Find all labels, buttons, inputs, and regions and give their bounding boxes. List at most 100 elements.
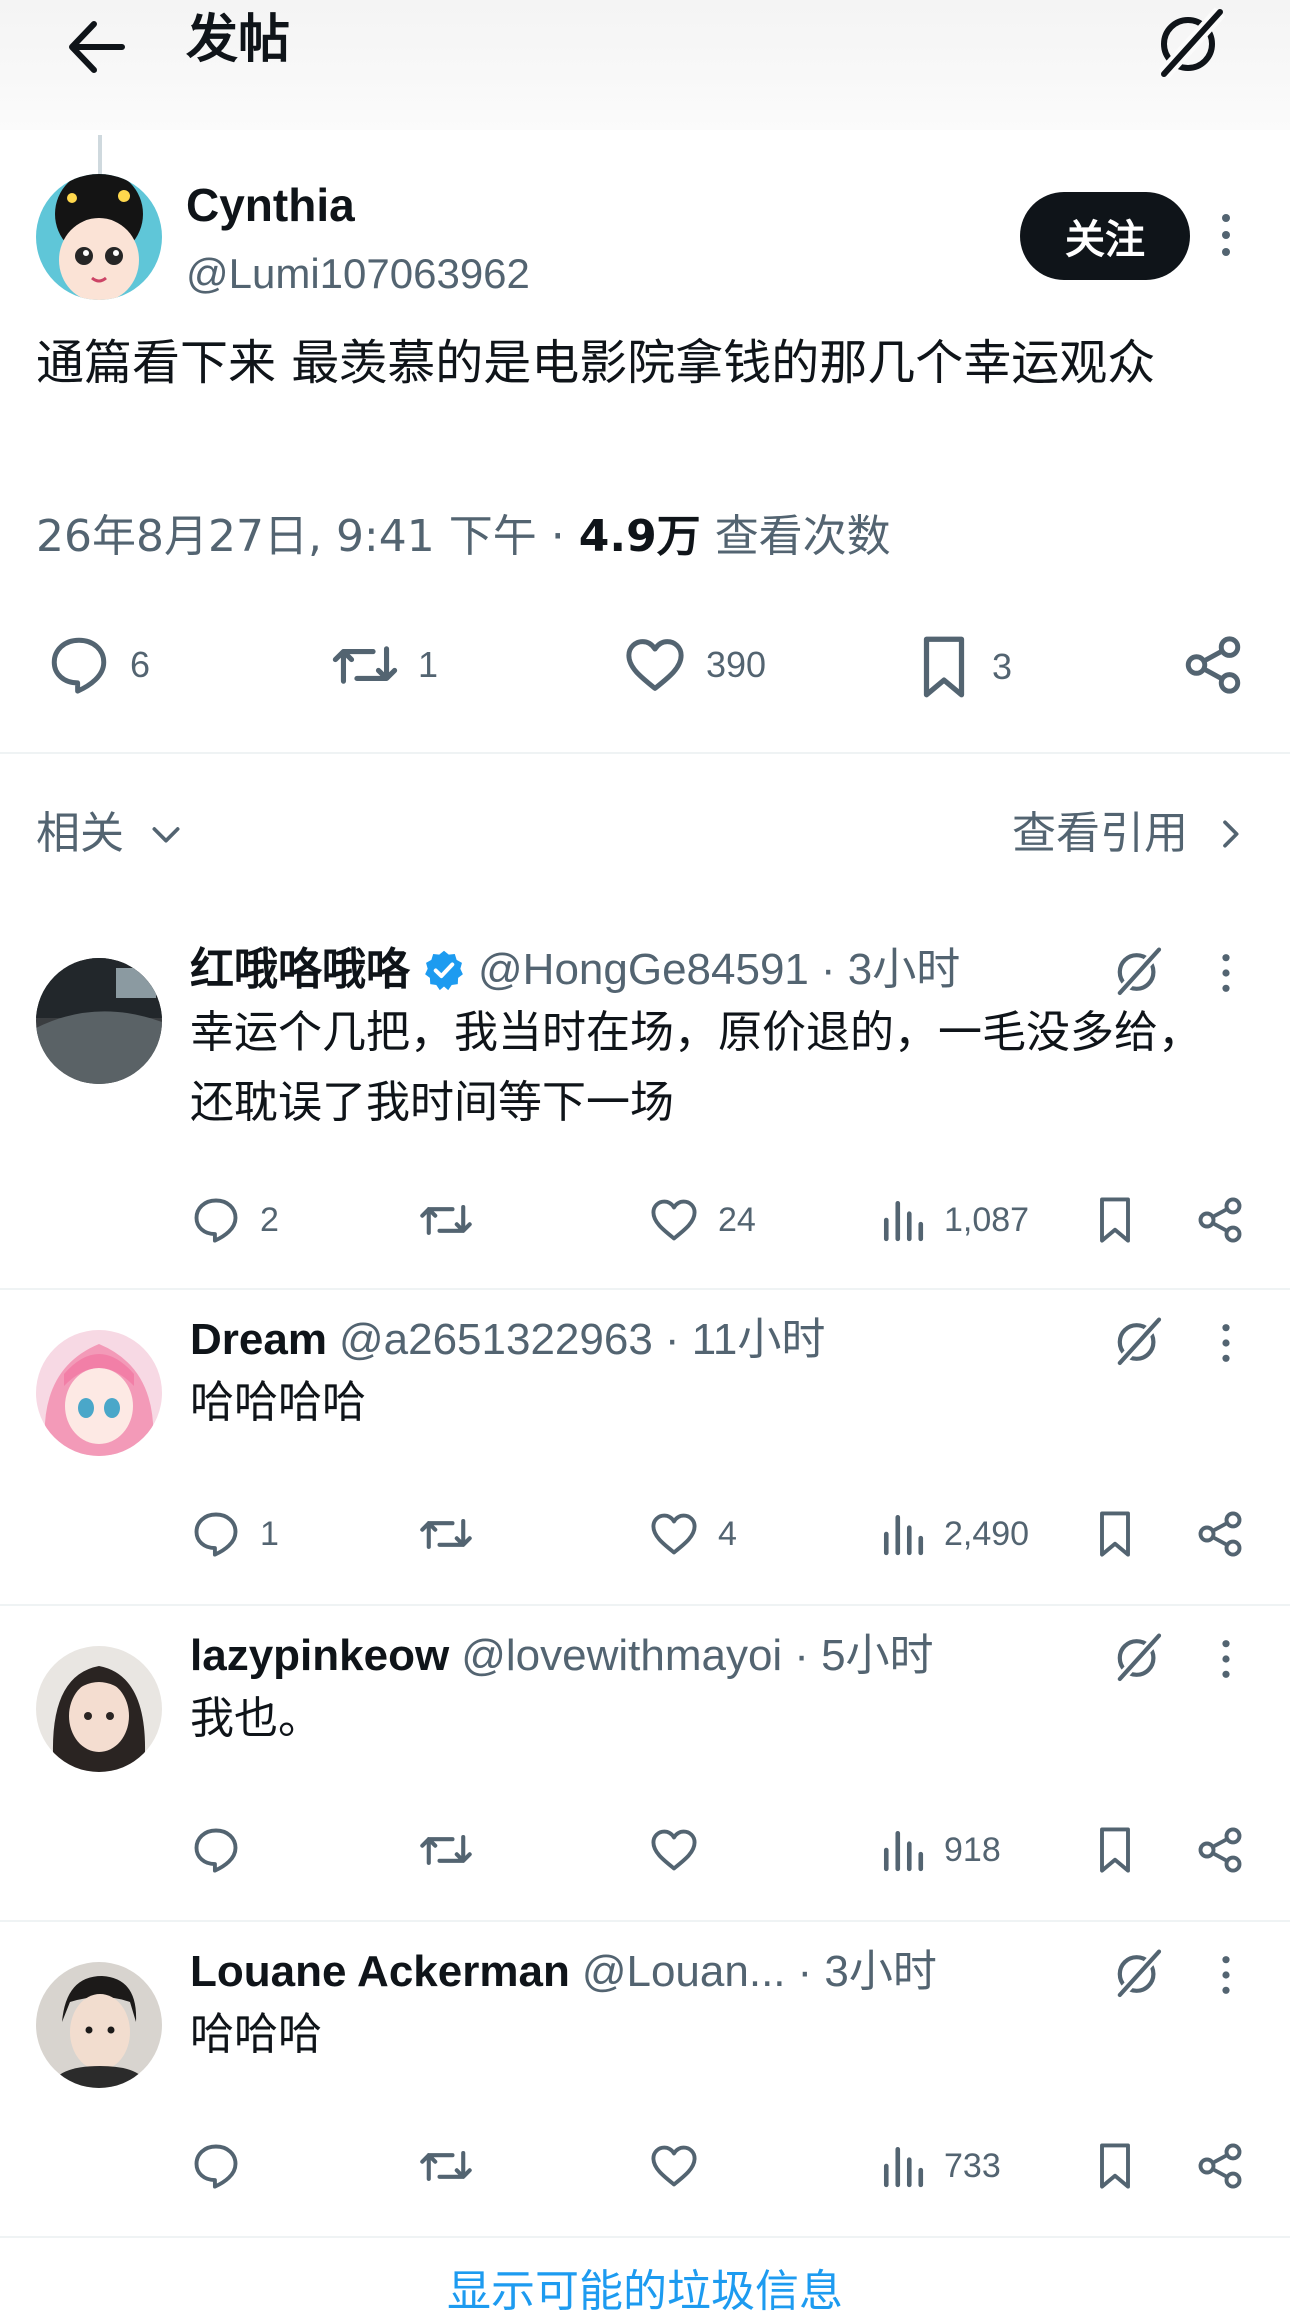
like-stat[interactable]: 24 [648,1194,756,1246]
share-button[interactable] [1194,2140,1246,2192]
grok-icon [1116,1316,1163,1367]
thread-line [98,135,102,175]
reply-author-name[interactable]: lazypinkeow [190,1626,449,1686]
reply-icon [194,2144,238,2189]
author-avatar[interactable] [36,174,162,300]
author-handle[interactable]: @Lumi107063962 [186,246,530,302]
grok-button[interactable] [1110,1314,1166,1370]
share-button[interactable] [1180,632,1246,698]
reply-item[interactable]: lazypinkeow @lovewithmayoi · 5小时 我也。 918 [0,1631,1290,1916]
like-stat[interactable] [648,2140,718,2192]
related-dropdown[interactable]: 相关 [36,804,186,864]
share-button[interactable] [1194,1508,1246,1560]
page-title: 发帖 [186,10,291,70]
grok-button[interactable] [1110,1630,1166,1686]
repost-icon [420,1519,472,1549]
grok-button[interactable] [1110,1946,1166,2002]
reply-author-handle[interactable]: @a2651322963 [339,1310,653,1370]
more-vertical-icon [1222,954,1230,992]
reply-stat[interactable]: 2 [190,1194,279,1246]
reply-author-name[interactable]: Dream [190,1310,327,1370]
reply-text: 幸运个几把，我当时在场，原价退的，一毛没多给，还耽误了我时间等下一场 [190,1007,1202,1128]
reply-author-handle[interactable]: @Louan... [582,1942,786,2002]
view-quotes-link[interactable]: 查看引用 [1012,804,1250,864]
divider [0,1604,1290,1606]
bookmark-icon [923,636,965,698]
more-vertical-icon [1222,1640,1230,1678]
views-stat[interactable]: 2,490 [880,1508,1029,1560]
reply-stat[interactable]: 1 [190,1508,279,1560]
reply-icon [194,1828,238,1873]
bookmark-button[interactable] [1092,1194,1138,1246]
reply-author-name[interactable]: Louane Ackerman [190,1942,570,2002]
reply-time[interactable]: · 3小时 [821,940,960,1000]
more-options-button[interactable] [1208,1318,1244,1368]
bookmark-button[interactable] [1092,1824,1138,1876]
reply-header: lazypinkeow @lovewithmayoi · 5小时 [190,1626,934,1686]
more-options-button[interactable] [1206,210,1246,260]
reply-item[interactable]: 红哦咯哦咯 @HongGe84591 · 3小时 幸运个几把，我当时在场，原价退… [0,940,1290,1285]
repost-stat[interactable] [418,1824,492,1876]
bookmark-button[interactable] [1092,2140,1138,2192]
heart-icon [651,2145,697,2187]
heart-icon [651,1513,697,1555]
like-stat[interactable]: 4 [648,1508,737,1560]
reply-stat[interactable]: 6 [46,632,150,698]
back-button[interactable] [62,12,132,82]
reply-time[interactable]: · 5小时 [794,1626,933,1686]
bookmark-stat[interactable]: 3 [914,632,1012,702]
grok-button[interactable] [1110,944,1166,1000]
repost-stat[interactable] [418,2140,492,2192]
more-options-button[interactable] [1208,1634,1244,1684]
like-stat[interactable] [648,1824,718,1876]
like-stat[interactable]: 390 [622,632,766,698]
analytics-icon [883,1830,924,1872]
share-button[interactable] [1194,1194,1246,1246]
views-label: 查看次数 [714,511,891,562]
bookmark-icon [1100,2143,1130,2189]
reply-text: 哈哈哈哈 [190,1377,366,1428]
reply-time[interactable]: · 11小时 [665,1310,826,1370]
repost-icon [420,2151,472,2181]
reply-stat[interactable] [190,2140,260,2192]
bookmark-icon [1100,1197,1130,1243]
reply-author-handle[interactable]: @lovewithmayoi [461,1626,782,1686]
verified-badge-icon [425,950,463,991]
repost-stat[interactable]: 1 [330,632,438,698]
views-stat[interactable]: 1,087 [880,1194,1029,1246]
reply-header: Dream @a2651322963 · 11小时 [190,1310,825,1370]
share-button[interactable] [1194,1824,1246,1876]
reply-author-handle[interactable]: @HongGe84591 [478,940,809,1000]
heart-icon [626,639,684,691]
bookmark-button[interactable] [1092,1508,1138,1560]
more-options-button[interactable] [1208,1950,1244,2000]
reply-item[interactable]: Dream @a2651322963 · 11小时 哈哈哈哈 1 4 2,490 [0,1315,1290,1600]
reply-icon [194,1512,238,1557]
reply-avatar[interactable] [36,1646,162,1772]
share-icon [1198,2143,1242,2189]
author-name[interactable]: Cynthia [186,176,355,234]
chevron-down-icon [152,827,180,843]
more-vertical-icon [1222,214,1230,256]
views-stat[interactable]: 733 [880,2140,1001,2192]
reply-time[interactable]: · 3小时 [798,1942,937,2002]
reply-avatar[interactable] [36,1962,162,2088]
reply-avatar[interactable] [36,1330,162,1456]
more-vertical-icon [1222,1324,1230,1362]
post-timestamp[interactable]: 26年8月27日, 9:41 下午 [36,511,537,562]
analytics-icon [883,1200,924,1242]
more-options-button[interactable] [1208,948,1244,998]
show-spam-link[interactable]: 显示可能的垃圾信息 [0,2262,1290,2322]
repost-icon [332,646,398,684]
repost-stat[interactable] [418,1194,492,1246]
reply-stat[interactable] [190,1824,260,1876]
repost-stat[interactable] [418,1508,492,1560]
reply-item[interactable]: Louane Ackerman @Louan... · 3小时 哈哈哈 733 [0,1947,1290,2232]
follow-button[interactable]: 关注 [1020,192,1190,280]
reply-avatar[interactable] [36,958,162,1084]
grok-button[interactable] [1150,4,1230,84]
reply-author-name[interactable]: 红哦咯哦咯 [190,940,410,1000]
views-stat[interactable]: 918 [880,1824,1001,1876]
divider [0,1288,1290,1290]
analytics-icon [883,1514,924,1556]
